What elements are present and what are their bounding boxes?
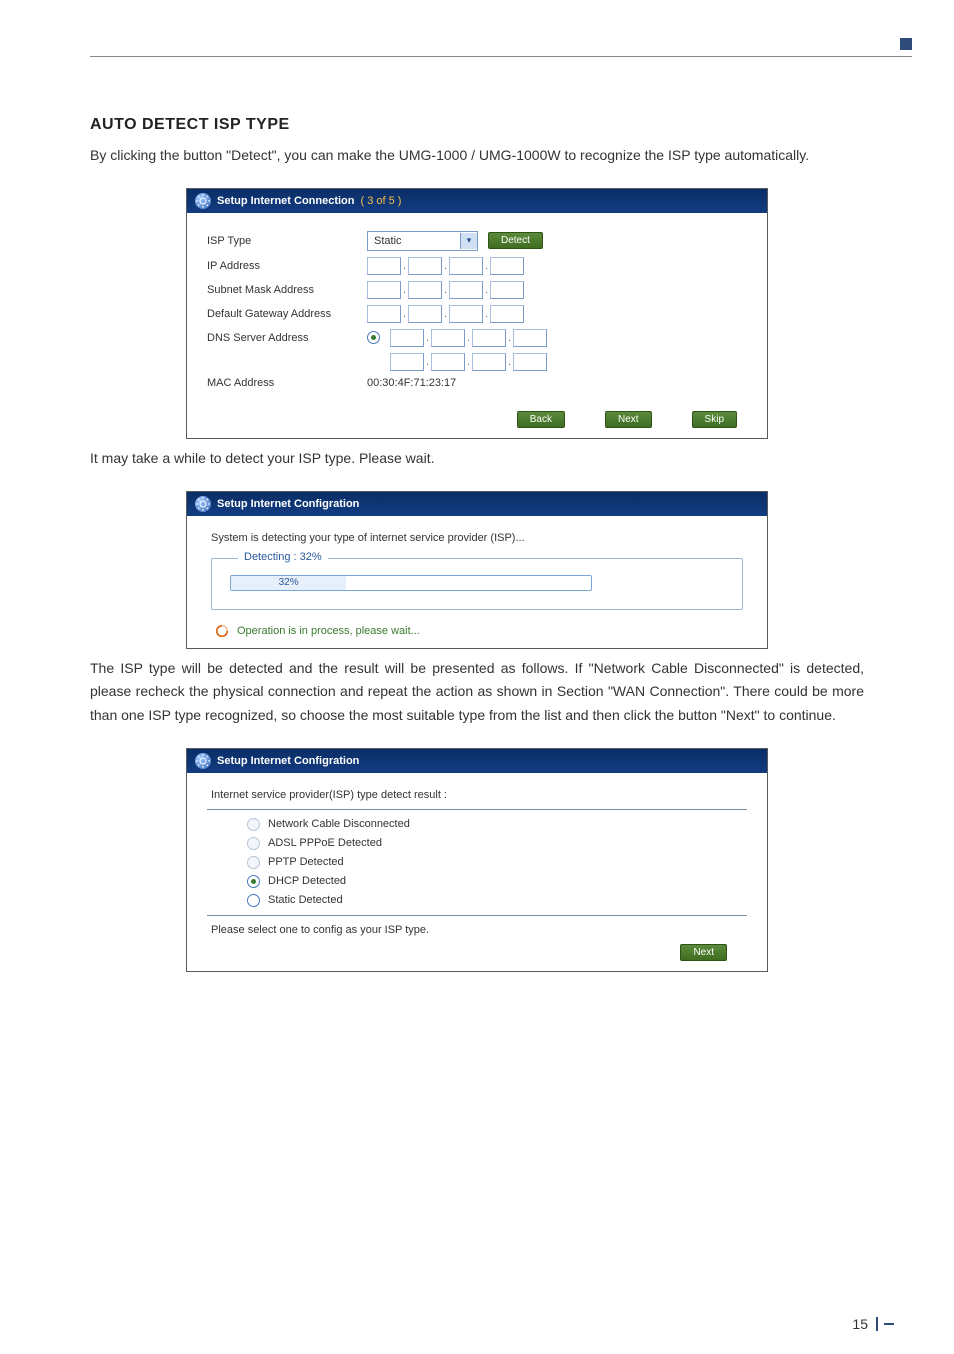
page-number-value: 15	[852, 1316, 868, 1332]
page-marker-icon	[876, 1317, 878, 1331]
divider	[207, 809, 747, 810]
busy-icon	[215, 624, 229, 638]
gear-icon	[195, 496, 211, 512]
progress-legend: Detecting : 32%	[238, 551, 328, 563]
panel3-titlebar: Setup Internet Configration	[187, 749, 767, 773]
isp-type-select[interactable]: Static ▾	[367, 231, 478, 251]
status-line: Operation is in process, please wait...	[215, 624, 747, 638]
back-button[interactable]: Back	[517, 411, 565, 428]
panel1-step: ( 3 of 5 )	[361, 195, 402, 207]
opt-static: Static Detected	[268, 894, 343, 906]
radio-static[interactable]	[247, 894, 260, 907]
label-mac: MAC Address	[207, 377, 367, 389]
mac-value: 00:30:4F:71:23:17	[367, 377, 456, 389]
opt-pppoe: ADSL PPPoE Detected	[268, 837, 382, 849]
panel1-titlebar: Setup Internet Connection ( 3 of 5 )	[187, 189, 767, 213]
skip-button[interactable]: Skip	[692, 411, 737, 428]
label-isp-type: ISP Type	[207, 235, 367, 247]
opt-dhcp: DHCP Detected	[268, 875, 346, 887]
panel2-titlebar: Setup Internet Configration	[187, 492, 767, 516]
header-marker	[900, 38, 912, 50]
header-rule	[90, 56, 912, 57]
panel2-title: Setup Internet Configration	[217, 498, 359, 510]
result-next-button[interactable]: Next	[680, 944, 727, 961]
radio-pppoe	[247, 837, 260, 850]
intro-paragraph: By clicking the button "Detect", you can…	[90, 144, 864, 168]
label-ip-address: IP Address	[207, 260, 367, 272]
dns-secondary-input[interactable]: ...	[390, 353, 547, 371]
chevron-down-icon[interactable]: ▾	[460, 233, 477, 249]
gateway-input[interactable]: ...	[367, 305, 524, 323]
opt-pptp: PPTP Detected	[268, 856, 344, 868]
dns-radio-primary[interactable]	[367, 331, 380, 344]
page-number: 15	[852, 1316, 894, 1332]
radio-dhcp[interactable]	[247, 875, 260, 888]
ip-address-input[interactable]: ...	[367, 257, 524, 275]
panel3-footer: Please select one to config as your ISP …	[211, 924, 747, 936]
radio-cable-disconnected	[247, 818, 260, 831]
label-dns: DNS Server Address	[207, 332, 367, 344]
panel1-buttons: Back Next Skip	[187, 405, 767, 438]
detect-button[interactable]: Detect	[488, 232, 543, 249]
status-text: Operation is in process, please wait...	[237, 625, 420, 637]
next-button[interactable]: Next	[605, 411, 652, 428]
opt-cable: Network Cable Disconnected	[268, 818, 410, 830]
label-gateway: Default Gateway Address	[207, 308, 367, 320]
label-subnet: Subnet Mask Address	[207, 284, 367, 296]
panel2-message: System is detecting your type of interne…	[211, 532, 747, 544]
progress-fieldset: Detecting : 32% 32%	[211, 558, 743, 610]
wait-paragraph: It may take a while to detect your ISP t…	[90, 447, 864, 471]
subnet-input[interactable]: ...	[367, 281, 524, 299]
isp-type-value: Static	[368, 235, 460, 247]
panel3-title: Setup Internet Configration	[217, 755, 359, 767]
result-paragraph: The ISP type will be detected and the re…	[90, 657, 864, 728]
gear-icon	[195, 193, 211, 209]
result-panel: Setup Internet Configration Internet ser…	[186, 748, 768, 972]
progress-bar: 32%	[230, 575, 592, 591]
detecting-panel: Setup Internet Configration System is de…	[186, 491, 768, 649]
section-title: AUTO DETECT ISP TYPE	[90, 116, 864, 134]
panel3-message: Internet service provider(ISP) type dete…	[211, 789, 747, 801]
setup-connection-panel: Setup Internet Connection ( 3 of 5 ) ISP…	[186, 188, 768, 439]
page-tick-icon	[884, 1323, 894, 1325]
dns-primary-input[interactable]: ...	[390, 329, 547, 347]
panel1-title: Setup Internet Connection	[217, 195, 355, 207]
gear-icon	[195, 753, 211, 769]
divider	[207, 915, 747, 916]
radio-pptp	[247, 856, 260, 869]
progress-fill: 32%	[231, 576, 346, 590]
